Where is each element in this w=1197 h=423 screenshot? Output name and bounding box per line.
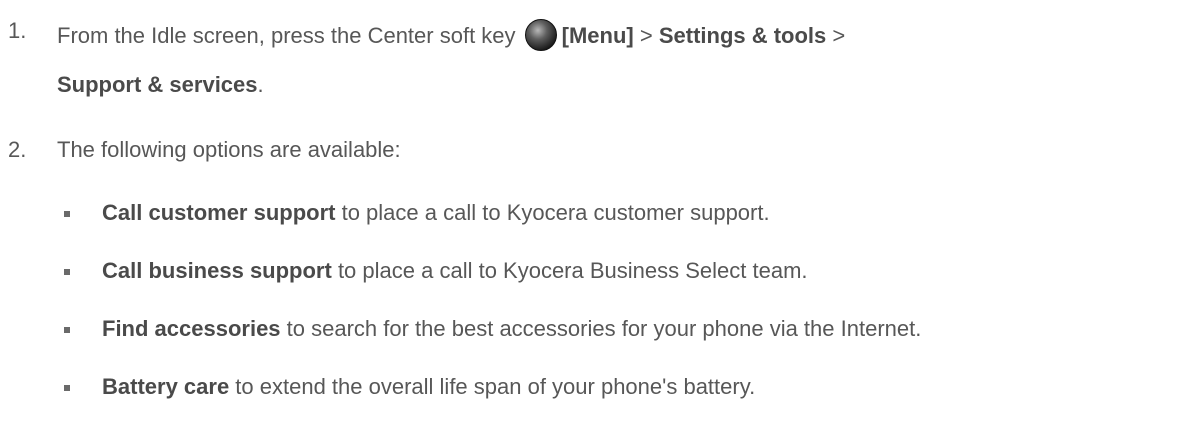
menu-label: [Menu] bbox=[561, 23, 634, 48]
step-1-text: From the Idle screen, press the Center s… bbox=[57, 23, 522, 48]
bullet-icon bbox=[64, 327, 70, 333]
bullet-icon bbox=[64, 385, 70, 391]
option-label: Battery care bbox=[102, 374, 230, 399]
support-label: Support & services bbox=[57, 72, 258, 97]
option-description: to search for the best accessories for y… bbox=[280, 316, 922, 341]
center-soft-key-icon bbox=[524, 19, 557, 51]
step-1-line-1: From the Idle screen, press the Center s… bbox=[57, 18, 845, 52]
option-label: Find accessories bbox=[102, 316, 281, 341]
settings-label: Settings & tools bbox=[658, 23, 827, 48]
option-label: Call customer support bbox=[102, 200, 336, 225]
step-1-line-2: Support & services. bbox=[57, 72, 264, 98]
option-label: Call business support bbox=[102, 258, 332, 283]
option-description: to place a call to Kyocera Business Sele… bbox=[331, 258, 808, 283]
option-description: to place a call to Kyocera customer supp… bbox=[335, 200, 770, 225]
step-number: 1. bbox=[8, 18, 27, 43]
step-number: 2. bbox=[8, 137, 27, 162]
bullet-icon bbox=[64, 269, 70, 275]
step-2-text: The following options are available: bbox=[57, 137, 401, 162]
separator: > bbox=[633, 23, 659, 48]
separator: > bbox=[826, 23, 846, 48]
period: . bbox=[257, 72, 264, 97]
bullet-icon bbox=[64, 211, 70, 217]
option-description: to extend the overall life span of your … bbox=[229, 374, 756, 399]
